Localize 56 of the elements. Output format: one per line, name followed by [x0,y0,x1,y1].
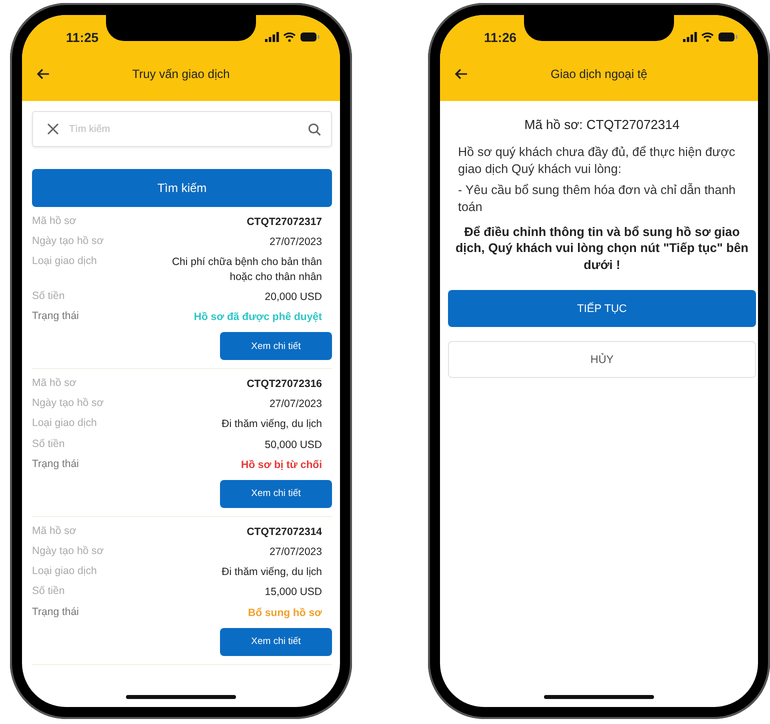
record-code-heading: Mã hồ sơ: CTQT27072314 [523,117,681,132]
field-value: 27/07/2023 [269,397,322,412]
field-label: Trạng thái [32,458,79,470]
field-value: CTQT27072316 [246,377,322,392]
back-arrow-icon[interactable] [454,68,468,80]
status-text: Hồ sơ đã được phê duyệt [194,310,322,324]
battery-icon [300,32,320,42]
status-time: 11:26 [484,30,517,44]
signal-icon [683,32,697,42]
close-icon [47,123,59,135]
search-input[interactable]: Tìm kiếm [67,122,300,136]
field-value: CTQT27072317 [246,215,322,230]
field-value: Đi thăm viếng, du lịch [222,417,322,432]
notice-text: - Yêu cầu bổ sung thêm hóa đơn và chỉ dẫn thanh toán [458,182,736,216]
cancel-button[interactable]: HỦY [448,341,756,378]
field-label: Ngày tạo hồ sơ [32,545,104,558]
field-label: Mã hồ sơ [32,377,76,390]
status-text: Bổ sung hồ sơ [248,606,322,620]
field-value: 27/07/2023 [269,235,322,250]
field-label: Số tiền [32,290,65,302]
field-value: 20,000 USD [264,290,322,304]
field-value: Chi phí chữa bệnh cho bản thân hoặc cho thân nhân [170,255,322,284]
field-label: Mã hồ sơ [32,215,76,227]
field-value: Đi thăm viếng, du lịch [222,565,322,580]
field-value: CTQT27072314 [246,524,322,540]
field-label: Loại giao dịch [32,417,97,430]
field-label: Trạng thái [32,606,79,618]
view-details-button[interactable]: Xem chi tiết [220,480,332,508]
signal-icon [265,32,279,42]
status-time: 11:25 [66,30,99,44]
field-label: Loại giao dịch [32,565,97,578]
field-label: Ngày tạo hồ sơ [32,397,104,410]
field-label: Số tiền [32,438,65,450]
view-details-button[interactable]: Xem chi tiết [220,332,332,360]
notice-text: Hồ sơ quý khách chưa đầy đủ, để thực hiện được giao dịch Quý khách vui lòng: [458,144,736,178]
view-details-button[interactable]: Xem chi tiết [220,628,332,656]
search-field[interactable]: Tìm kiếm [32,111,332,147]
field-label: Mã hồ sơ [32,524,76,537]
field-value: 50,000 USD [264,438,322,452]
screen-title: Giao dịch ngoại tệ [550,67,648,81]
instruction-text: Để điều chỉnh thông tin và bổ sung hồ sơ giao dịch, Quý khách vui lòng chọn nút "Tiếp tục" bên dưới ! [454,224,750,274]
field-label: Loại giao dịch [32,255,97,268]
field-label: Ngày tạo hồ sơ [32,235,104,248]
wifi-icon [283,32,296,42]
field-value: 15,000 USD [264,585,322,600]
status-text: Hồ sơ bị từ chối [241,458,322,472]
screen-title: Truy vấn giao dịch [132,67,230,81]
battery-icon [718,32,738,42]
wifi-icon [701,32,714,42]
field-value: 27/07/2023 [269,545,322,560]
back-arrow-icon[interactable] [36,68,50,80]
search-icon [308,122,321,136]
field-label: Số tiền [32,585,65,598]
continue-button[interactable]: TIẾP TỤC [448,290,756,328]
search-button[interactable]: Tìm kiếm [32,169,332,207]
field-label: Trạng thái [32,310,79,322]
